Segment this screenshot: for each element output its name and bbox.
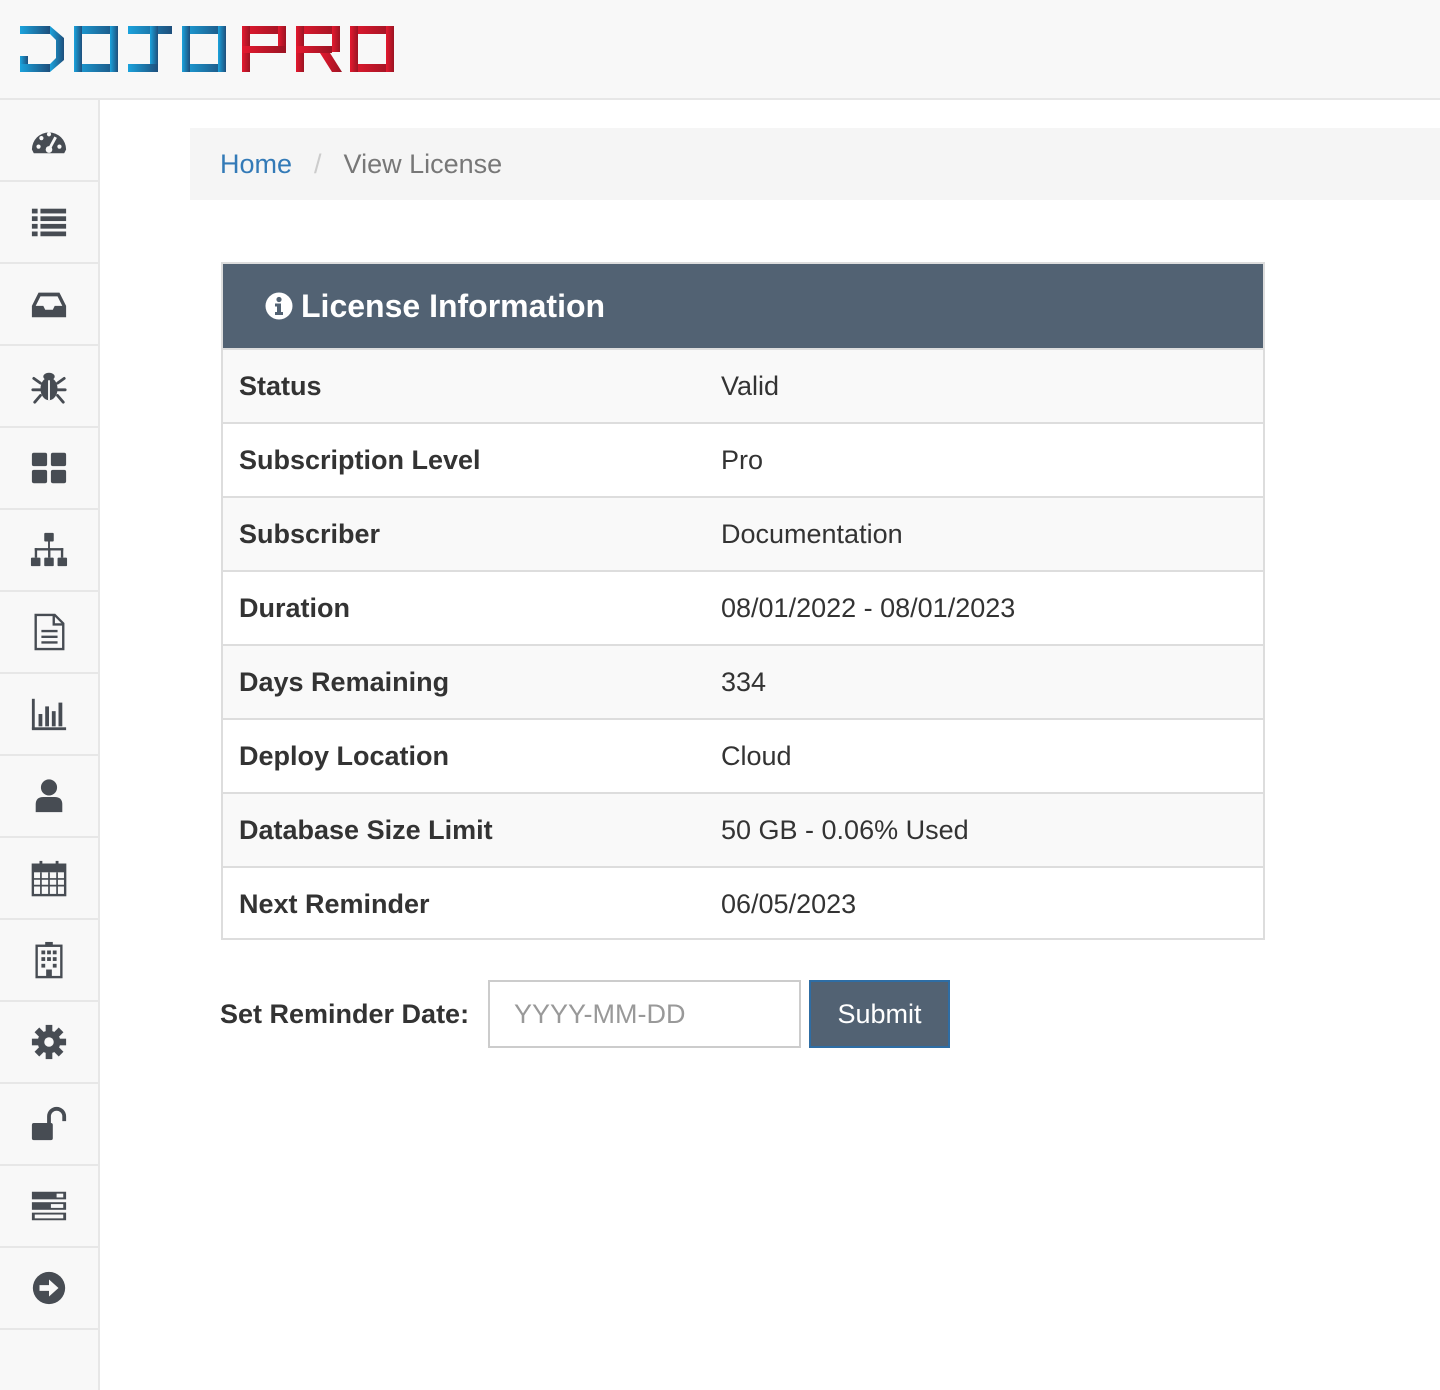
list-icon xyxy=(31,208,67,237)
inbox-icon xyxy=(31,292,67,318)
license-row: Deploy Location Cloud xyxy=(223,718,1263,793)
sidebar-item-components[interactable] xyxy=(0,428,98,510)
sidebar-item-users[interactable] xyxy=(0,756,98,838)
bar-chart-icon xyxy=(31,698,67,731)
tasks-icon xyxy=(31,1191,67,1221)
sidebar-item-organizations[interactable] xyxy=(0,920,98,1002)
license-row-value: 50 GB - 0.06% Used xyxy=(705,792,1263,867)
submit-button[interactable]: Submit xyxy=(809,980,950,1048)
breadcrumb-current: View License xyxy=(343,148,503,179)
license-row-label: Next Reminder xyxy=(223,866,705,941)
license-row-value: 334 xyxy=(705,644,1263,719)
sidebar-item-reports[interactable] xyxy=(0,592,98,674)
license-row-value: 08/01/2022 - 08/01/2023 xyxy=(705,570,1263,645)
license-row-label: Subscriber xyxy=(223,496,705,571)
bug-icon xyxy=(31,372,67,404)
license-row-label: Subscription Level xyxy=(223,422,705,497)
reminder-form: Set Reminder Date: Submit xyxy=(220,980,950,1048)
file-text-icon xyxy=(34,613,65,651)
license-row-value: Pro xyxy=(705,422,1263,497)
license-row-label: Duration xyxy=(223,570,705,645)
license-row: Next Reminder 06/05/2023 xyxy=(223,866,1263,941)
license-row: Duration 08/01/2022 - 08/01/2023 xyxy=(223,570,1263,645)
reminder-date-label: Set Reminder Date: xyxy=(220,998,470,1029)
license-row-value: Documentation xyxy=(705,496,1263,571)
sidebar-item-logout[interactable] xyxy=(0,1248,98,1330)
breadcrumb-separator: / xyxy=(314,148,322,179)
dashboard-icon xyxy=(31,132,67,154)
sidebar-item-settings[interactable] xyxy=(0,1002,98,1084)
info-circle-icon xyxy=(265,292,293,320)
breadcrumb: Home / View License xyxy=(190,128,1440,200)
license-row: Database Size Limit 50 GB - 0.06% Used xyxy=(223,792,1263,867)
license-panel-title: License Information xyxy=(301,287,606,324)
unlock-icon xyxy=(31,1106,67,1141)
calendar-icon xyxy=(31,860,67,897)
license-row: Days Remaining 334 xyxy=(223,644,1263,719)
th-large-icon xyxy=(31,452,67,484)
license-row-value: 06/05/2023 xyxy=(705,866,1263,941)
sidebar-item-system-settings[interactable] xyxy=(0,1166,98,1248)
sidebar-item-metrics[interactable] xyxy=(0,674,98,756)
gear-icon xyxy=(31,1024,67,1060)
license-panel-heading: License Information xyxy=(223,264,1263,348)
license-row-label: Deploy Location xyxy=(223,718,705,793)
dojo-pro-logo[interactable] xyxy=(20,26,394,72)
license-row-label: Database Size Limit xyxy=(223,792,705,867)
building-icon xyxy=(35,941,63,979)
license-row: Status Valid xyxy=(223,348,1263,423)
sidebar-item-list[interactable] xyxy=(0,182,98,264)
license-row: Subscription Level Pro xyxy=(223,422,1263,497)
arrow-circle-right-icon xyxy=(32,1271,66,1305)
top-navbar xyxy=(0,0,1440,100)
license-table: Status Valid Subscription Level Pro Subscrib… xyxy=(223,348,1263,941)
sidebar xyxy=(0,100,100,1390)
breadcrumb-home-link[interactable]: Home xyxy=(220,149,292,180)
user-icon xyxy=(35,779,63,813)
license-panel: License Information Status Valid Subscript… xyxy=(221,262,1265,941)
sidebar-item-dashboard[interactable] xyxy=(0,100,98,182)
license-row-label: Days Remaining xyxy=(223,644,705,719)
sidebar-item-license[interactable] xyxy=(0,1084,98,1166)
license-row-label: Status xyxy=(223,348,705,423)
sidebar-item-endpoints[interactable] xyxy=(0,510,98,592)
sidebar-item-inbox[interactable] xyxy=(0,264,98,346)
license-row: Subscriber Documentation xyxy=(223,496,1263,571)
reminder-date-input[interactable] xyxy=(488,980,801,1048)
sidebar-item-findings[interactable] xyxy=(0,346,98,428)
sitemap-icon xyxy=(30,532,68,567)
license-row-value: Valid xyxy=(705,348,1263,423)
sidebar-item-calendar[interactable] xyxy=(0,838,98,920)
license-row-value: Cloud xyxy=(705,718,1263,793)
